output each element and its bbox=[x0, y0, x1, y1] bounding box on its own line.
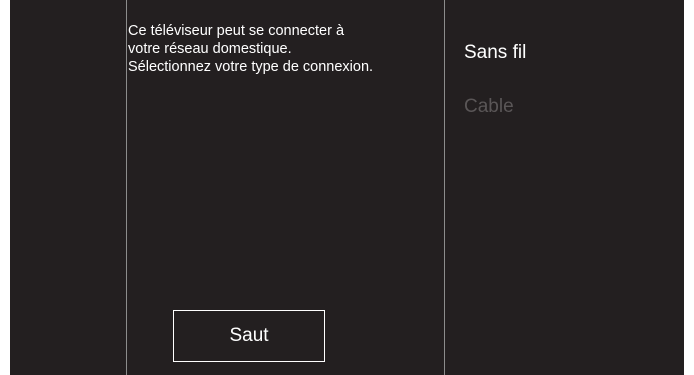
instruction-line-3: Sélectionnez votre type de connexion. bbox=[128, 59, 374, 75]
connection-instructions: Ce téléviseur peut se connecter à votre … bbox=[128, 22, 428, 76]
instruction-line-1: Ce téléviseur peut se connecter à bbox=[128, 23, 345, 39]
skip-button[interactable]: Saut bbox=[173, 310, 325, 362]
option-wireless[interactable]: Sans fil bbox=[464, 42, 526, 64]
instruction-line-2: votre réseau domestique. bbox=[128, 41, 292, 57]
left-divider bbox=[126, 0, 127, 375]
option-cable[interactable]: Cable bbox=[464, 96, 514, 118]
right-divider bbox=[444, 0, 445, 375]
